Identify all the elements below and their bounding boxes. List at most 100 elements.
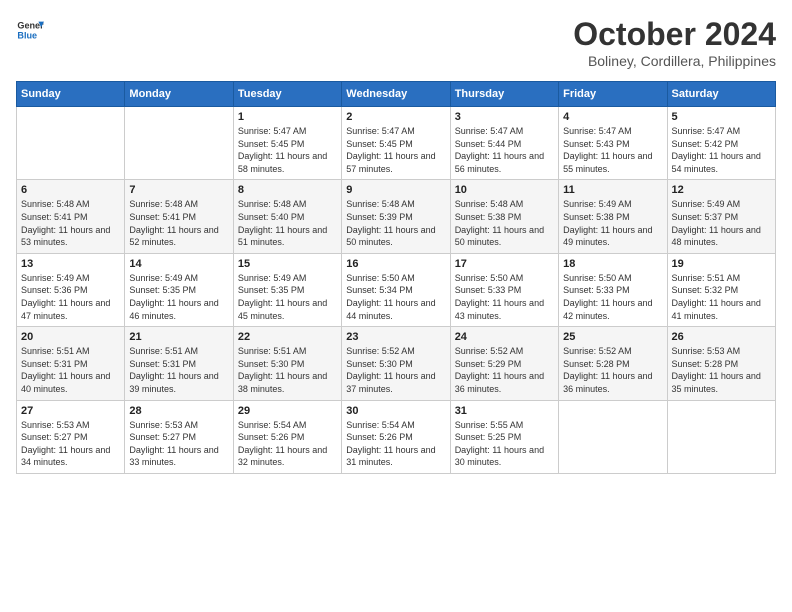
day-header-tuesday: Tuesday <box>233 82 341 107</box>
week-row-5: 27 Sunrise: 5:53 AM Sunset: 5:27 PM Dayli… <box>17 400 776 473</box>
calendar-cell: 13 Sunrise: 5:49 AM Sunset: 5:36 PM Dayli… <box>17 253 125 326</box>
day-number: 5 <box>672 111 771 123</box>
day-info: Sunrise: 5:51 AM Sunset: 5:31 PM Dayligh… <box>21 345 120 395</box>
svg-text:Blue: Blue <box>17 30 37 40</box>
calendar-cell: 26 Sunrise: 5:53 AM Sunset: 5:28 PM Dayli… <box>667 327 775 400</box>
day-info: Sunrise: 5:50 AM Sunset: 5:33 PM Dayligh… <box>455 272 554 322</box>
day-info: Sunrise: 5:55 AM Sunset: 5:25 PM Dayligh… <box>455 419 554 469</box>
calendar-cell: 6Sunrise: 5:48 AM Sunset: 5:41 PM Daylig… <box>17 180 125 253</box>
calendar-cell: 28 Sunrise: 5:53 AM Sunset: 5:27 PM Dayli… <box>125 400 233 473</box>
day-header-monday: Monday <box>125 82 233 107</box>
day-info: Sunrise: 5:51 AM Sunset: 5:32 PM Dayligh… <box>672 272 771 322</box>
calendar-cell: 21 Sunrise: 5:51 AM Sunset: 5:31 PM Dayli… <box>125 327 233 400</box>
calendar-cell: 17 Sunrise: 5:50 AM Sunset: 5:33 PM Dayli… <box>450 253 558 326</box>
day-number: 10 <box>455 184 554 196</box>
calendar-table: SundayMondayTuesdayWednesdayThursdayFrid… <box>16 81 776 474</box>
calendar-header-row: SundayMondayTuesdayWednesdayThursdayFrid… <box>17 82 776 107</box>
day-info: Sunrise: 5:53 AM Sunset: 5:27 PM Dayligh… <box>21 419 120 469</box>
day-number: 4 <box>563 111 662 123</box>
day-number: 1 <box>238 111 337 123</box>
calendar-cell: 8 Sunrise: 5:48 AM Sunset: 5:40 PM Daylig… <box>233 180 341 253</box>
day-number: 11 <box>563 184 662 196</box>
calendar-cell: 19Sunrise: 5:51 AM Sunset: 5:32 PM Dayli… <box>667 253 775 326</box>
calendar-cell: 3 Sunrise: 5:47 AM Sunset: 5:44 PM Daylig… <box>450 107 558 180</box>
day-number: 20 <box>21 331 120 343</box>
calendar-cell: 31 Sunrise: 5:55 AM Sunset: 5:25 PM Dayli… <box>450 400 558 473</box>
day-info: Sunrise: 5:49 AM Sunset: 5:38 PM Dayligh… <box>563 198 662 248</box>
day-number: 3 <box>455 111 554 123</box>
day-number: 21 <box>129 331 228 343</box>
day-info: Sunrise: 5:48 AM Sunset: 5:39 PM Dayligh… <box>346 198 445 248</box>
calendar-cell: 10 Sunrise: 5:48 AM Sunset: 5:38 PM Dayli… <box>450 180 558 253</box>
day-number: 13 <box>21 258 120 270</box>
day-number: 29 <box>238 405 337 417</box>
day-number: 23 <box>346 331 445 343</box>
day-info: Sunrise: 5:50 AM Sunset: 5:33 PM Dayligh… <box>563 272 662 322</box>
day-number: 14 <box>129 258 228 270</box>
logo: General Blue <box>16 16 44 44</box>
day-number: 15 <box>238 258 337 270</box>
day-header-thursday: Thursday <box>450 82 558 107</box>
calendar-cell: 25 Sunrise: 5:52 AM Sunset: 5:28 PM Dayli… <box>559 327 667 400</box>
day-number: 16 <box>346 258 445 270</box>
day-info: Sunrise: 5:48 AM Sunset: 5:38 PM Dayligh… <box>455 198 554 248</box>
day-header-sunday: Sunday <box>17 82 125 107</box>
calendar-cell <box>559 400 667 473</box>
calendar-cell: 27 Sunrise: 5:53 AM Sunset: 5:27 PM Dayli… <box>17 400 125 473</box>
location-title: Boliney, Cordillera, Philippines <box>573 53 776 69</box>
day-info: Sunrise: 5:54 AM Sunset: 5:26 PM Dayligh… <box>238 419 337 469</box>
calendar-cell: 14Sunrise: 5:49 AM Sunset: 5:35 PM Dayli… <box>125 253 233 326</box>
calendar-cell: 16 Sunrise: 5:50 AM Sunset: 5:34 PM Dayli… <box>342 253 450 326</box>
calendar-cell <box>125 107 233 180</box>
title-area: October 2024 Boliney, Cordillera, Philip… <box>573 16 776 69</box>
week-row-2: 6Sunrise: 5:48 AM Sunset: 5:41 PM Daylig… <box>17 180 776 253</box>
calendar-cell <box>667 400 775 473</box>
day-info: Sunrise: 5:53 AM Sunset: 5:28 PM Dayligh… <box>672 345 771 395</box>
day-number: 17 <box>455 258 554 270</box>
day-number: 9 <box>346 184 445 196</box>
day-info: Sunrise: 5:50 AM Sunset: 5:34 PM Dayligh… <box>346 272 445 322</box>
day-number: 31 <box>455 405 554 417</box>
day-header-friday: Friday <box>559 82 667 107</box>
calendar-cell: 2Sunrise: 5:47 AM Sunset: 5:45 PM Daylig… <box>342 107 450 180</box>
day-info: Sunrise: 5:52 AM Sunset: 5:28 PM Dayligh… <box>563 345 662 395</box>
calendar-cell: 9 Sunrise: 5:48 AM Sunset: 5:39 PM Daylig… <box>342 180 450 253</box>
day-info: Sunrise: 5:49 AM Sunset: 5:37 PM Dayligh… <box>672 198 771 248</box>
calendar-cell: 30Sunrise: 5:54 AM Sunset: 5:26 PM Dayli… <box>342 400 450 473</box>
day-number: 18 <box>563 258 662 270</box>
day-info: Sunrise: 5:47 AM Sunset: 5:43 PM Dayligh… <box>563 125 662 175</box>
calendar-cell: 24 Sunrise: 5:52 AM Sunset: 5:29 PM Dayli… <box>450 327 558 400</box>
day-info: Sunrise: 5:52 AM Sunset: 5:29 PM Dayligh… <box>455 345 554 395</box>
calendar-cell: 15 Sunrise: 5:49 AM Sunset: 5:35 PM Dayli… <box>233 253 341 326</box>
day-number: 27 <box>21 405 120 417</box>
day-number: 24 <box>455 331 554 343</box>
day-info: Sunrise: 5:47 AM Sunset: 5:45 PM Dayligh… <box>346 125 445 175</box>
day-info: Sunrise: 5:53 AM Sunset: 5:27 PM Dayligh… <box>129 419 228 469</box>
calendar-cell: 23Sunrise: 5:52 AM Sunset: 5:30 PM Dayli… <box>342 327 450 400</box>
calendar-cell <box>17 107 125 180</box>
day-number: 28 <box>129 405 228 417</box>
day-number: 25 <box>563 331 662 343</box>
day-info: Sunrise: 5:48 AM Sunset: 5:40 PM Dayligh… <box>238 198 337 248</box>
day-number: 26 <box>672 331 771 343</box>
day-number: 8 <box>238 184 337 196</box>
logo-icon: General Blue <box>16 16 44 44</box>
week-row-3: 13 Sunrise: 5:49 AM Sunset: 5:36 PM Dayli… <box>17 253 776 326</box>
day-info: Sunrise: 5:48 AM Sunset: 5:41 PM Dayligh… <box>129 198 228 248</box>
day-info: Sunrise: 5:47 AM Sunset: 5:42 PM Dayligh… <box>672 125 771 175</box>
calendar-cell: 12 Sunrise: 5:49 AM Sunset: 5:37 PM Dayli… <box>667 180 775 253</box>
week-row-1: 1 Sunrise: 5:47 AM Sunset: 5:45 PM Daylig… <box>17 107 776 180</box>
calendar-cell: 11 Sunrise: 5:49 AM Sunset: 5:38 PM Dayli… <box>559 180 667 253</box>
day-info: Sunrise: 5:47 AM Sunset: 5:44 PM Dayligh… <box>455 125 554 175</box>
calendar-cell: 22Sunrise: 5:51 AM Sunset: 5:30 PM Dayli… <box>233 327 341 400</box>
header: General Blue October 2024 Boliney, Cordi… <box>16 16 776 69</box>
day-info: Sunrise: 5:49 AM Sunset: 5:36 PM Dayligh… <box>21 272 120 322</box>
day-info: Sunrise: 5:54 AM Sunset: 5:26 PM Dayligh… <box>346 419 445 469</box>
day-info: Sunrise: 5:49 AM Sunset: 5:35 PM Dayligh… <box>238 272 337 322</box>
day-info: Sunrise: 5:51 AM Sunset: 5:31 PM Dayligh… <box>129 345 228 395</box>
day-header-saturday: Saturday <box>667 82 775 107</box>
week-row-4: 20 Sunrise: 5:51 AM Sunset: 5:31 PM Dayli… <box>17 327 776 400</box>
calendar-cell: 29 Sunrise: 5:54 AM Sunset: 5:26 PM Dayli… <box>233 400 341 473</box>
day-number: 12 <box>672 184 771 196</box>
calendar-cell: 20 Sunrise: 5:51 AM Sunset: 5:31 PM Dayli… <box>17 327 125 400</box>
